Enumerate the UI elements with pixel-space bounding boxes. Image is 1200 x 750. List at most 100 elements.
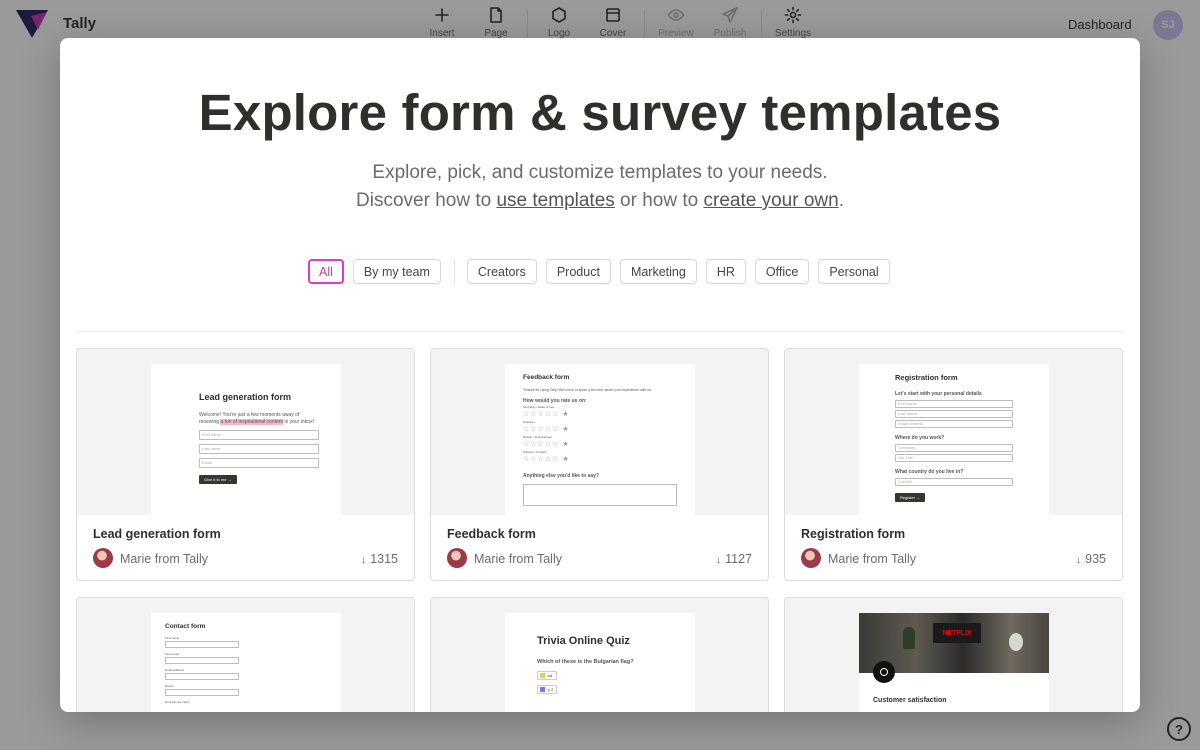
- filter-marketing[interactable]: Marketing: [619, 259, 697, 284]
- template-card-contact[interactable]: Contact form First name Last name Email …: [76, 597, 415, 712]
- author-avatar: [93, 548, 113, 568]
- preview-option: sd: [537, 671, 663, 680]
- flag-icon: [540, 687, 545, 692]
- download-count: ↓ 935: [1076, 552, 1106, 566]
- preview-heading: Contact form: [165, 623, 206, 630]
- preview-sheet: Feedback form Thanks for using Tally! We…: [505, 364, 695, 515]
- filter-personal[interactable]: Personal: [818, 259, 890, 284]
- preview-sheet: Registration form Let's start with your …: [859, 364, 1049, 515]
- subtitle-text: Discover how to: [356, 190, 497, 211]
- template-preview: NETFLIX Customer satisfaction: [785, 598, 1122, 712]
- section-divider: [76, 331, 1124, 332]
- preview-heading: Customer satisfaction: [873, 697, 947, 704]
- preview-option-box: sd: [537, 671, 557, 680]
- preview-field: Company: [895, 444, 1013, 452]
- template-card-registration[interactable]: Registration form Let's start with your …: [784, 348, 1123, 581]
- plant-image: [903, 627, 915, 649]
- preview-intro: Thanks for using Tally! We'd love to kno…: [523, 388, 652, 392]
- author-avatar: [447, 548, 467, 568]
- preview-sheet: NETFLIX Customer satisfaction: [859, 613, 1049, 712]
- download-count: ↓ 1127: [716, 552, 752, 566]
- subtitle-text: or how to: [614, 190, 704, 211]
- filter-office[interactable]: Office: [754, 259, 810, 284]
- download-count: ↓ 1315: [361, 552, 398, 566]
- modal-title: Explore form & survey templates: [198, 84, 1002, 141]
- preview-option-box: y 2: [537, 685, 557, 694]
- preview-question: Which of these is the Bulgarian flag?: [537, 659, 634, 665]
- preview-field: Country: [895, 478, 1013, 486]
- preview-field: Job Title: [895, 454, 1013, 462]
- template-preview: Lead generation form Welcome! You're jus…: [77, 349, 414, 515]
- tv-screen: NETFLIX: [933, 623, 981, 643]
- preview-field-label: First name: [165, 636, 180, 640]
- vase-image: [1009, 633, 1023, 651]
- use-templates-link[interactable]: use templates: [496, 190, 614, 211]
- template-preview: Registration form Let's start with your …: [785, 349, 1122, 515]
- template-card-feedback[interactable]: Feedback form Thanks for using Tally! We…: [430, 348, 769, 581]
- preview-field: Email: [199, 458, 319, 468]
- template-preview: Feedback form Thanks for using Tally! We…: [431, 349, 768, 515]
- preview-field-label: Last name: [165, 652, 180, 656]
- preview-field: [165, 657, 239, 664]
- template-author: Marie from Tally: [474, 552, 562, 566]
- preview-stars: ☆☆☆☆☆ ★: [523, 441, 570, 448]
- preview-button: Give it to me →: [199, 475, 237, 484]
- category-filters: All By my team Creators Product Marketin…: [308, 259, 899, 284]
- preview-option: y 2: [537, 685, 663, 694]
- preview-heading: Trivia Online Quiz: [537, 635, 630, 647]
- preview-field: [165, 689, 239, 696]
- preview-stars: ☆☆☆☆☆ ★: [523, 426, 570, 433]
- preview-sheet: Contact form First name Last name Email …: [151, 613, 341, 712]
- download-value: 1127: [725, 552, 752, 566]
- filter-divider: [453, 259, 455, 284]
- preview-open-question: Anything else you'd like to say?: [523, 473, 599, 479]
- subtitle-line-2: Discover how to use templates or how to …: [60, 187, 1140, 215]
- preview-field: Last Name: [895, 410, 1013, 418]
- template-card-trivia-quiz[interactable]: Trivia Online Quiz Which of these is the…: [430, 597, 769, 712]
- download-arrow-icon: ↓: [360, 554, 367, 566]
- preview-field: First name: [199, 430, 319, 440]
- preview-option-label: y 2: [548, 687, 554, 692]
- template-title: Feedback form: [447, 527, 536, 541]
- preview-field: [165, 641, 239, 648]
- download-value: 1315: [370, 552, 398, 566]
- template-card-customer-satisfaction[interactable]: NETFLIX Customer satisfaction: [784, 597, 1123, 712]
- template-preview: Contact form First name Last name Email …: [77, 598, 414, 712]
- filter-hr[interactable]: HR: [705, 259, 746, 284]
- preview-heading: Lead generation form: [199, 392, 292, 402]
- preview-textarea: [523, 484, 677, 506]
- template-title: Lead generation form: [93, 527, 221, 541]
- preview-heading: Registration form: [895, 373, 958, 382]
- preview-field-label: How can we help?: [165, 700, 190, 704]
- filter-creators[interactable]: Creators: [466, 259, 537, 284]
- preview-field: [165, 673, 239, 680]
- template-preview: Trivia Online Quiz Which of these is the…: [431, 598, 768, 712]
- preview-section: What country do you live in?: [895, 469, 964, 475]
- preview-option-label: sd: [548, 673, 553, 678]
- preview-field-label: Phone: [165, 684, 174, 688]
- preview-section: Where do you work?: [895, 435, 945, 441]
- preview-stars: ☆☆☆☆☆ ★: [523, 411, 570, 418]
- template-card-lead-generation[interactable]: Lead generation form Welcome! You're jus…: [76, 348, 415, 581]
- templates-modal: Explore form & survey templates Explore,…: [60, 38, 1140, 712]
- brand-avatar-icon: [873, 661, 895, 683]
- filter-all[interactable]: All: [308, 259, 344, 284]
- download-value: 935: [1085, 552, 1106, 566]
- subtitle-line-1: Explore, pick, and customize templates t…: [372, 162, 828, 183]
- preview-field-label: Email address: [165, 668, 185, 672]
- preview-section: Let's start with your personal details: [895, 391, 982, 397]
- preview-field: Last name: [199, 444, 319, 454]
- download-arrow-icon: ↓: [1075, 554, 1082, 566]
- subtitle-text: .: [838, 190, 844, 211]
- preview-field: Email address: [895, 420, 1013, 428]
- template-author: Marie from Tally: [120, 552, 208, 566]
- template-author: Marie from Tally: [828, 552, 916, 566]
- preview-text-b: in your inbox!: [282, 419, 315, 425]
- filter-product[interactable]: Product: [545, 259, 611, 284]
- filter-by-my-team[interactable]: By my team: [352, 259, 441, 284]
- create-your-own-link[interactable]: create your own: [704, 190, 839, 211]
- flag-icon: [540, 673, 545, 678]
- preview-stars: ☆☆☆☆☆ ★: [523, 456, 570, 463]
- preview-heading: Feedback form: [523, 374, 570, 381]
- preview-button: Register →: [895, 493, 926, 502]
